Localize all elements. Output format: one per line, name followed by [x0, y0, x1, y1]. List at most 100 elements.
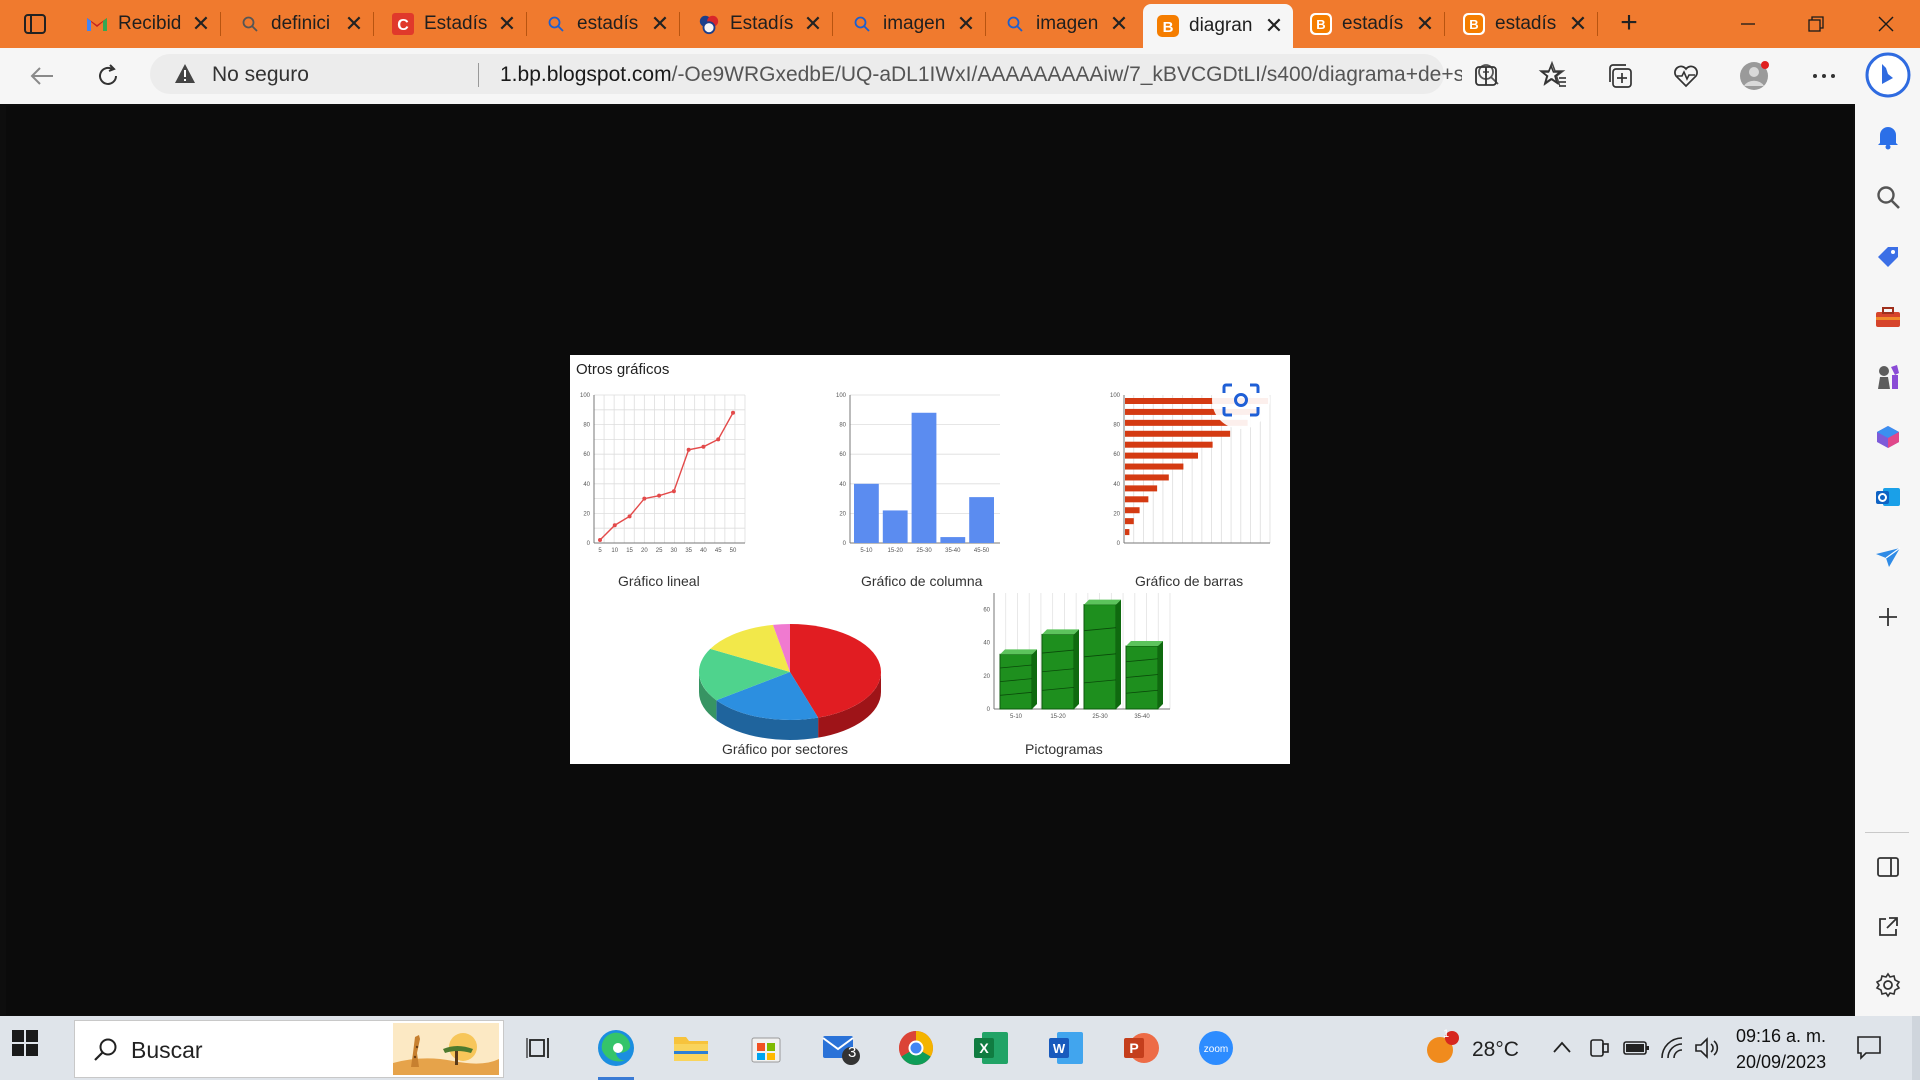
minimize-button[interactable] — [1714, 0, 1782, 48]
weather-widget[interactable]: 1 — [1418, 1024, 1466, 1072]
pictogram-side — [1074, 629, 1079, 709]
split-screen-button[interactable] — [1466, 56, 1506, 96]
notifications-button[interactable] — [1873, 122, 1903, 152]
pictogram-side — [1158, 641, 1163, 709]
visual-search-button[interactable] — [1212, 371, 1270, 429]
tools-button[interactable] — [1873, 302, 1903, 332]
bing-copilot-button[interactable] — [1865, 52, 1911, 98]
column-bar — [882, 510, 908, 543]
hide-sidebar-button[interactable] — [1873, 852, 1903, 882]
address-bar[interactable]: No seguro 1.bp.blogspot.com/-Oe9WRGxedbE… — [150, 54, 1566, 94]
close-icon[interactable]: ✕ — [494, 11, 520, 37]
clock-time[interactable]: 09:16 a. m. — [1736, 1026, 1826, 1047]
taskbar-powerpoint[interactable]: P — [1117, 1024, 1165, 1072]
x-tick-label: 15-20 — [888, 548, 904, 554]
security-status[interactable]: No seguro — [212, 63, 309, 87]
y-tick-label: 60 — [839, 452, 846, 458]
taskbar-chrome[interactable] — [892, 1024, 940, 1072]
caption-bar-chart: Gráfico de barras — [1135, 573, 1244, 589]
svg-text:P: P — [1129, 1040, 1138, 1056]
close-icon[interactable]: ✕ — [1565, 11, 1591, 37]
weather-temperature[interactable]: 28°C — [1472, 1038, 1519, 1062]
warning-icon — [175, 64, 195, 83]
tab-search-imagen-1[interactable]: imagen ✕ — [837, 4, 986, 44]
close-icon[interactable]: ✕ — [1106, 11, 1132, 37]
taskbar-excel[interactable]: X — [967, 1024, 1015, 1072]
drop-button[interactable] — [1873, 542, 1903, 572]
taskbar-file-explorer[interactable] — [667, 1024, 715, 1072]
tab-search-estadistica[interactable]: estadís ✕ — [531, 4, 680, 44]
data-point — [627, 514, 632, 519]
tab-estadistica-c[interactable]: C Estadís ✕ — [378, 4, 527, 44]
tab-diagrama-active[interactable]: B diagran ✕ — [1143, 4, 1293, 48]
wifi-icon[interactable] — [1660, 1036, 1686, 1060]
taskbar-store[interactable] — [742, 1024, 790, 1072]
tab-search-definicion[interactable]: definici ✕ — [225, 4, 374, 44]
taskbar-mail[interactable]: 3 — [817, 1024, 865, 1072]
settings-more-button[interactable] — [1804, 56, 1844, 96]
refresh-button[interactable] — [88, 56, 128, 96]
tab-search-imagen-2[interactable]: imagen ✕ — [990, 4, 1138, 44]
shopping-button[interactable] — [1873, 242, 1903, 272]
add-sidebar-app-button[interactable] — [1873, 602, 1903, 632]
y-tick-label: 80 — [1113, 423, 1120, 429]
close-icon[interactable]: ✕ — [953, 11, 979, 37]
close-icon[interactable]: ✕ — [1412, 11, 1438, 37]
start-button[interactable] — [12, 1030, 38, 1061]
pictogram-chart: 0 20 40 60 5-10 15-20 25-30 35-40 — [983, 593, 1171, 720]
close-window-button[interactable] — [1852, 0, 1920, 48]
taskbar-zoom[interactable]: zoom — [1192, 1024, 1240, 1072]
x-tick-label: 50 — [730, 548, 737, 554]
sidebar-settings-button[interactable] — [1873, 970, 1903, 1000]
games-button[interactable] — [1873, 362, 1903, 392]
taskbar-edge[interactable] — [592, 1024, 640, 1080]
battery-icon[interactable] — [1622, 1038, 1650, 1058]
show-desktop-button[interactable] — [1912, 1016, 1920, 1080]
bing-icon — [1865, 52, 1911, 98]
close-icon[interactable]: ✕ — [647, 11, 673, 37]
restore-button[interactable] — [1782, 0, 1850, 48]
y-tick-label: 40 — [839, 482, 846, 488]
clock-date[interactable]: 20/09/2023 — [1736, 1052, 1826, 1073]
y-tick-label: 60 — [1113, 452, 1120, 458]
close-icon[interactable]: ✕ — [188, 11, 214, 37]
collections-button[interactable] — [1600, 56, 1640, 96]
caption-pie-chart: Gráfico por sectores — [722, 741, 849, 757]
tab-estadistica-logo[interactable]: Estadís ✕ — [684, 4, 833, 44]
tab-actions-icon — [24, 14, 46, 34]
outlook-button[interactable] — [1873, 482, 1903, 512]
browser-essentials-button[interactable] — [1666, 56, 1706, 96]
tab-separator — [1597, 12, 1598, 36]
tab-gmail[interactable]: Recibid ✕ — [72, 4, 221, 44]
meet-now-icon[interactable] — [1588, 1036, 1610, 1060]
tab-actions-button[interactable] — [18, 10, 52, 38]
tab-estadistica-blog-2[interactable]: B estadís ✕ — [1449, 4, 1598, 44]
savanna-highlight-illustration — [393, 1023, 499, 1075]
favorites-button[interactable] — [1534, 56, 1574, 96]
profile-button[interactable] — [1734, 56, 1774, 96]
close-icon[interactable]: ✕ — [800, 11, 826, 37]
charts-canvas: 0 20 40 60 80 100 5 10 15 20 25 30 35 40 45 50 0 20 40 60 8… — [580, 393, 1271, 740]
tab-estadistica-blog-1[interactable]: B estadís ✕ — [1296, 4, 1445, 44]
url-text[interactable]: 1.bp.blogspot.com/-Oe9WRGxedbE/UQ-aDL1IW… — [500, 63, 1462, 87]
task-view-button[interactable] — [516, 1024, 564, 1072]
open-external-button[interactable] — [1873, 912, 1903, 942]
refresh-icon — [99, 64, 117, 85]
back-button[interactable] — [22, 56, 62, 96]
new-tab-button[interactable]: + — [1612, 8, 1646, 40]
bell-icon — [1878, 127, 1898, 150]
line-chart: 0 20 40 60 80 100 5 10 15 20 25 30 35 40 45 50 — [580, 393, 746, 554]
sidebar-search-button[interactable] — [1873, 182, 1903, 212]
notification-center-icon[interactable] — [1856, 1034, 1882, 1060]
taskbar-word[interactable]: W — [1042, 1024, 1090, 1072]
taskbar-search-box[interactable]: Buscar — [74, 1020, 504, 1078]
close-icon[interactable]: ✕ — [1261, 13, 1287, 39]
chevron-up-icon[interactable] — [1552, 1040, 1572, 1054]
microsoft365-button[interactable] — [1873, 422, 1903, 452]
gmail-icon — [86, 13, 108, 35]
more-dots-icon — [1813, 74, 1835, 78]
close-icon[interactable]: ✕ — [341, 11, 367, 37]
displayed-image[interactable]: Otros gráficos 0 20 40 60 80 100 5 10 15 20 25 30 35… — [570, 355, 1290, 764]
volume-icon[interactable] — [1694, 1036, 1722, 1060]
plus-icon — [1879, 608, 1897, 626]
